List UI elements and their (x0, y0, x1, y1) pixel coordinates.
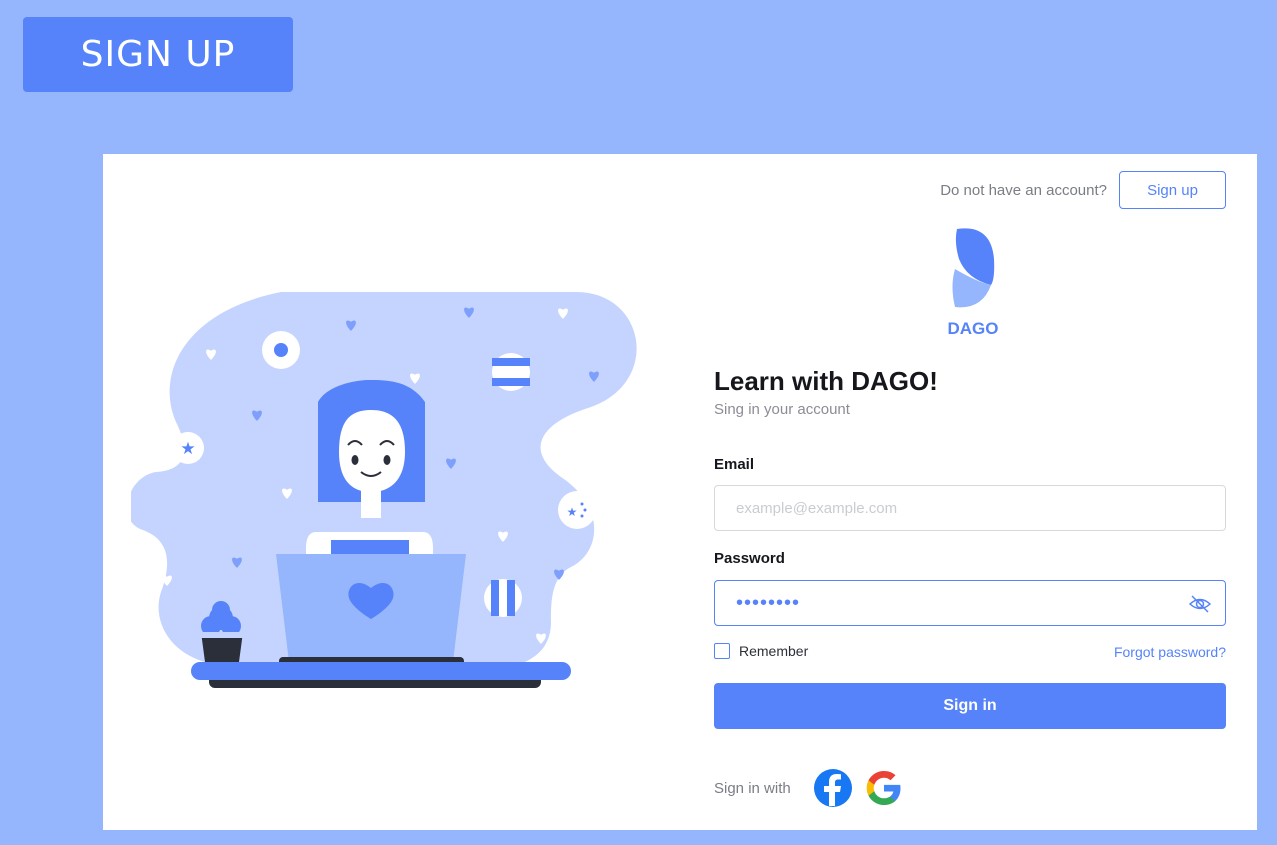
login-card: ★ ★ Do not have an account? Sign up DAGO… (103, 154, 1257, 830)
account-prompt-row: Do not have an account? Sign up (940, 171, 1226, 209)
login-form-panel: Do not have an account? Sign up DAGO Lea… (714, 154, 1226, 830)
sign-up-button[interactable]: SIGN UP (23, 17, 293, 92)
social-signin-row: Sign in with (714, 768, 915, 808)
page-title: Learn with DAGO! (714, 366, 938, 396)
eye-off-icon[interactable] (1188, 592, 1212, 616)
remember-checkbox[interactable] (714, 643, 730, 659)
logo-text: DAGO (947, 319, 999, 338)
password-field[interactable]: •••••••• (714, 580, 1226, 626)
sign-in-button[interactable]: Sign in (714, 683, 1226, 729)
learning-illustration: ★ ★ (131, 292, 637, 688)
account-prompt-text: Do not have an account? (940, 181, 1107, 199)
social-signin-label: Sign in with (714, 779, 791, 797)
remember-label: Remember (739, 643, 809, 659)
password-label: Password (714, 550, 785, 567)
page-subtitle: Sing in your account (714, 401, 850, 418)
email-field[interactable] (714, 485, 1226, 531)
remember-row[interactable]: Remember (714, 643, 808, 659)
dago-logo-icon (952, 228, 995, 308)
forgot-password-link[interactable]: Forgot password? (1114, 644, 1226, 660)
svg-text:★: ★ (180, 439, 195, 459)
header-sign-up-button[interactable]: Sign up (1119, 171, 1226, 209)
svg-text:★: ★ (567, 505, 578, 519)
facebook-icon[interactable] (813, 768, 853, 808)
email-label: Email (714, 456, 755, 473)
google-icon[interactable] (864, 768, 904, 808)
password-value: •••••••• (736, 592, 801, 614)
dago-logo: DAGO (938, 224, 1008, 338)
